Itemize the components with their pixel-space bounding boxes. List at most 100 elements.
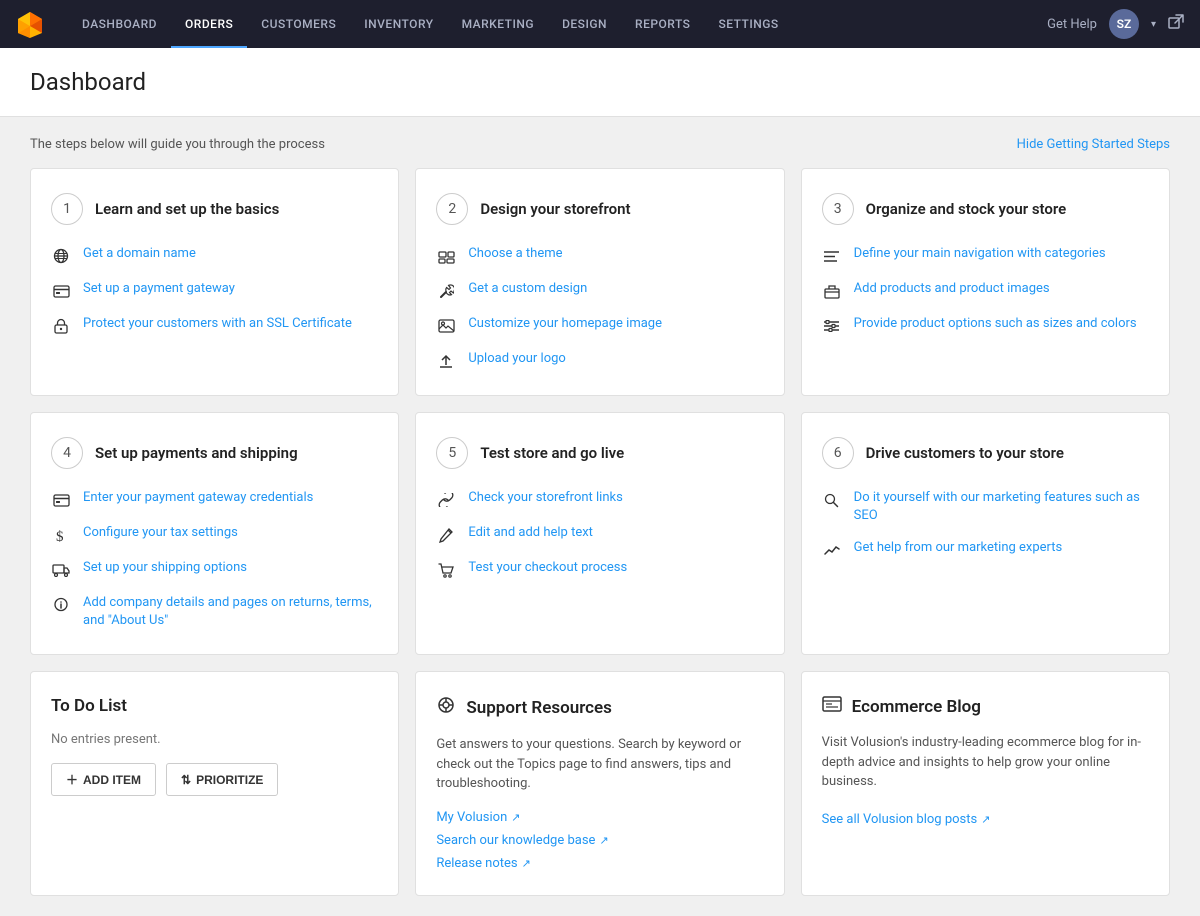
list-item: Set up a payment gateway: [51, 280, 378, 301]
blog-card: Ecommerce Blog Visit Volusion's industry…: [801, 671, 1170, 896]
list-item: Choose a theme: [436, 245, 763, 266]
nav-icon: [822, 246, 842, 266]
card-4-header: 4 Set up payments and shipping: [51, 437, 378, 469]
list-item: Add company details and pages on returns…: [51, 594, 378, 630]
link-marketing-experts[interactable]: Get help from our marketing experts: [854, 539, 1063, 557]
navbar: DASHBOARD ORDERS CUSTOMERS INVENTORY MAR…: [0, 0, 1200, 48]
link-homepage-image[interactable]: Customize your homepage image: [468, 315, 662, 333]
step-number-2: 2: [436, 193, 468, 225]
link-navigation[interactable]: Define your main navigation with categor…: [854, 245, 1106, 263]
support-links: My Volusion ↗ Search our knowledge base …: [436, 810, 763, 871]
logo[interactable]: [16, 10, 44, 38]
my-volusion-text: My Volusion: [436, 810, 507, 825]
step-cards-grid: 1 Learn and set up the basics Get a doma…: [30, 168, 1170, 655]
nav-reports[interactable]: REPORTS: [621, 0, 704, 48]
link-seo-marketing[interactable]: Do it yourself with our marketing featur…: [854, 489, 1149, 525]
list-item: Customize your homepage image: [436, 315, 763, 336]
card-6-header: 6 Drive customers to your store: [822, 437, 1149, 469]
nav-orders[interactable]: ORDERS: [171, 0, 247, 48]
list-item: Define your main navigation with categor…: [822, 245, 1149, 266]
step-card-4: 4 Set up payments and shipping Enter you…: [30, 412, 399, 655]
cart-icon: [436, 560, 456, 580]
link-choose-theme[interactable]: Choose a theme: [468, 245, 562, 263]
navbar-right: Get Help SZ ▾: [1047, 9, 1184, 39]
nav-inventory[interactable]: INVENTORY: [350, 0, 447, 48]
hide-steps-link[interactable]: Hide Getting Started Steps: [1017, 137, 1170, 152]
link-add-products[interactable]: Add products and product images: [854, 280, 1050, 298]
todo-empty-text: No entries present.: [51, 732, 378, 747]
prioritize-button[interactable]: ⇅ PRIORITIZE: [166, 763, 278, 796]
link-payment-gateway[interactable]: Set up a payment gateway: [83, 280, 235, 298]
page-content: The steps below will guide you through t…: [0, 117, 1200, 916]
list-item: Edit and add help text: [436, 524, 763, 545]
knowledge-base-link[interactable]: Search our knowledge base ↗: [436, 833, 763, 848]
page-title: Dashboard: [30, 68, 1170, 96]
link-ssl[interactable]: Protect your customers with an SSL Certi…: [83, 315, 352, 333]
blog-all-posts-link[interactable]: See all Volusion blog posts ↗: [822, 812, 1149, 827]
globe-icon: [51, 246, 71, 266]
filter-icon: ⇅: [181, 773, 191, 787]
step-card-1: 1 Learn and set up the basics Get a doma…: [30, 168, 399, 396]
nav-settings[interactable]: SETTINGS: [704, 0, 792, 48]
link-company-details[interactable]: Add company details and pages on returns…: [83, 594, 378, 630]
support-card: Support Resources Get answers to your qu…: [415, 671, 784, 896]
link-upload-logo[interactable]: Upload your logo: [468, 350, 566, 368]
card-2-header: 2 Design your storefront: [436, 193, 763, 225]
nav-design[interactable]: DESIGN: [548, 0, 621, 48]
get-help-link[interactable]: Get Help: [1047, 17, 1097, 32]
list-item: Protect your customers with an SSL Certi…: [51, 315, 378, 336]
card-3-title: Organize and stock your store: [866, 200, 1067, 218]
todo-title-text: To Do List: [51, 696, 127, 716]
blog-icon: [822, 696, 842, 717]
avatar[interactable]: SZ: [1109, 9, 1139, 39]
avatar-chevron-icon[interactable]: ▾: [1151, 19, 1156, 30]
chart-icon: [822, 540, 842, 560]
list-item: Provide product options such as sizes an…: [822, 315, 1149, 336]
card-4-links: Enter your payment gateway credentials $…: [51, 489, 378, 630]
release-notes-link[interactable]: Release notes ↗: [436, 856, 763, 871]
link-edit-help-text[interactable]: Edit and add help text: [468, 524, 593, 542]
nav-dashboard[interactable]: DASHBOARD: [68, 0, 171, 48]
external-icon-1: ↗: [511, 811, 520, 824]
blog-title: Ecommerce Blog: [822, 696, 1149, 717]
link-checkout-process[interactable]: Test your checkout process: [468, 559, 627, 577]
list-item: Add products and product images: [822, 280, 1149, 301]
card-2-title: Design your storefront: [480, 200, 630, 218]
link-shipping-options[interactable]: Set up your shipping options: [83, 559, 247, 577]
info-icon: [51, 595, 71, 615]
truck-icon: [51, 560, 71, 580]
list-item: Get a custom design: [436, 280, 763, 301]
link-get-domain[interactable]: Get a domain name: [83, 245, 196, 263]
support-description: Get answers to your questions. Search by…: [436, 735, 763, 794]
link-tax-settings[interactable]: Configure your tax settings: [83, 524, 238, 542]
add-item-button[interactable]: ＋ ADD ITEM: [51, 763, 156, 796]
step-card-3: 3 Organize and stock your store Define y…: [801, 168, 1170, 396]
blog-link-text: See all Volusion blog posts: [822, 812, 978, 827]
card-1-title: Learn and set up the basics: [95, 200, 279, 218]
card-5-header: 5 Test store and go live: [436, 437, 763, 469]
credit-card-icon: [51, 281, 71, 301]
todo-buttons: ＋ ADD ITEM ⇅ PRIORITIZE: [51, 763, 378, 796]
link-storefront-links[interactable]: Check your storefront links: [468, 489, 623, 507]
dollar-icon: $: [51, 525, 71, 545]
step-card-2: 2 Design your storefront Choose a theme …: [415, 168, 784, 396]
nav-customers[interactable]: CUSTOMERS: [247, 0, 350, 48]
external-icon-2: ↗: [599, 834, 608, 847]
link-product-options[interactable]: Provide product options such as sizes an…: [854, 315, 1137, 333]
link-custom-design[interactable]: Get a custom design: [468, 280, 587, 298]
card-6-links: Do it yourself with our marketing featur…: [822, 489, 1149, 560]
external-link-icon[interactable]: [1168, 14, 1184, 34]
bottom-section: To Do List No entries present. ＋ ADD ITE…: [30, 671, 1170, 896]
card-3-header: 3 Organize and stock your store: [822, 193, 1149, 225]
list-item: Upload your logo: [436, 350, 763, 371]
nav-marketing[interactable]: MARKETING: [448, 0, 549, 48]
blog-description: Visit Volusion's industry-leading ecomme…: [822, 733, 1149, 792]
credit-card-2-icon: [51, 490, 71, 510]
steps-description: The steps below will guide you through t…: [30, 137, 325, 152]
card-5-title: Test store and go live: [480, 444, 624, 462]
step-card-6: 6 Drive customers to your store Do it yo…: [801, 412, 1170, 655]
page-header: Dashboard: [0, 48, 1200, 117]
options-icon: [822, 316, 842, 336]
link-gateway-credentials[interactable]: Enter your payment gateway credentials: [83, 489, 313, 507]
my-volusion-link[interactable]: My Volusion ↗: [436, 810, 763, 825]
